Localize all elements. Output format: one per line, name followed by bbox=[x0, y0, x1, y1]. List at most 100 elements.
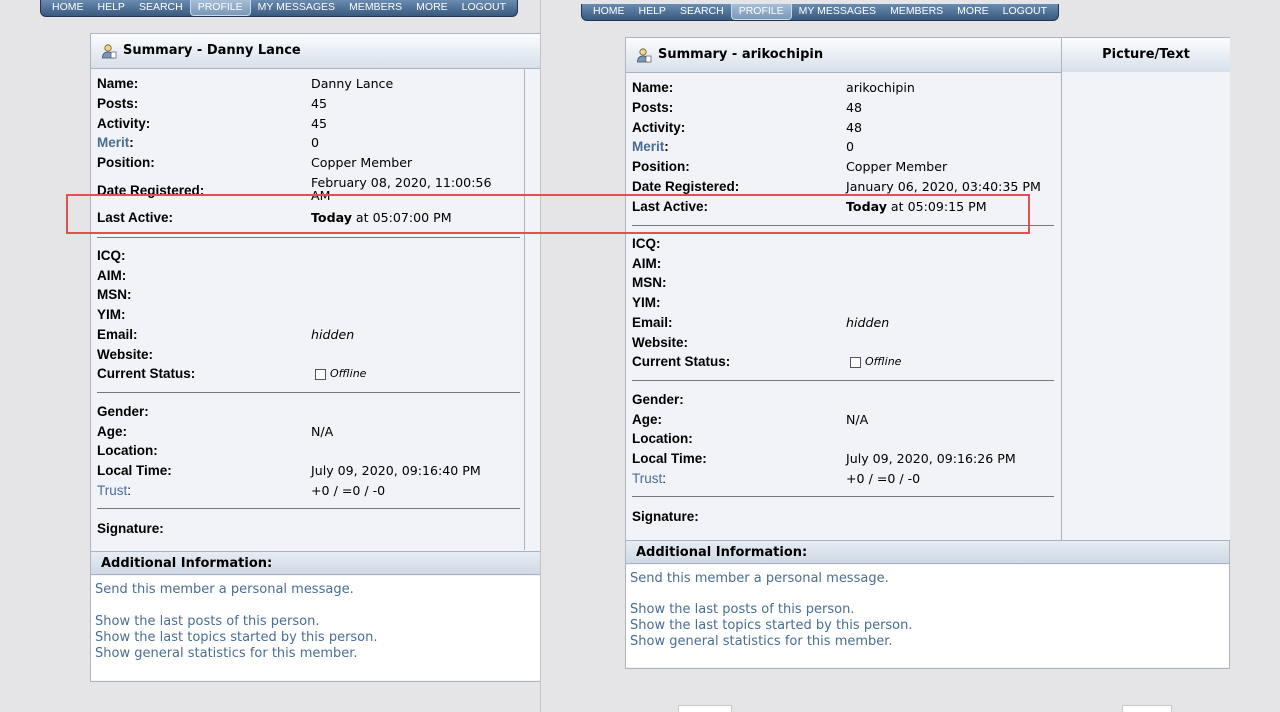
status-value: Offline bbox=[315, 365, 366, 383]
icq-label: ICQ: bbox=[97, 248, 126, 263]
last-active-label: Last Active: bbox=[97, 210, 174, 225]
last-active-time: at 05:07:00 PM bbox=[351, 210, 452, 225]
status-value: Offline bbox=[850, 353, 901, 371]
left-profile-window: HOME HELP SEARCH PROFILE MY MESSAGES MEM… bbox=[0, 0, 540, 712]
activity-value: 45 bbox=[311, 116, 328, 131]
trust-link[interactable]: Trust bbox=[97, 483, 127, 498]
user-summary-icon bbox=[637, 48, 652, 63]
column-divider bbox=[524, 68, 525, 550]
last-topics-link[interactable]: Show the last topics started by this per… bbox=[630, 618, 913, 634]
footer-badge bbox=[678, 705, 732, 712]
divider bbox=[632, 496, 1054, 497]
gender-label: Gender: bbox=[97, 404, 149, 419]
activity-value: 48 bbox=[846, 120, 863, 135]
name-label: Name: bbox=[97, 76, 139, 91]
date-registered-value-cont: AM bbox=[311, 188, 331, 203]
nav-members[interactable]: MEMBERS bbox=[342, 0, 409, 16]
nav-members[interactable]: MEMBERS bbox=[883, 4, 950, 20]
send-pm-link[interactable]: Send this member a personal message. bbox=[630, 571, 889, 587]
position-value: Copper Member bbox=[846, 159, 948, 174]
merit-link[interactable]: Merit bbox=[97, 135, 129, 150]
position-label: Position: bbox=[97, 155, 155, 170]
merit-label: Merit: bbox=[632, 138, 669, 156]
general-stats-link[interactable]: Show general statistics for this member. bbox=[630, 634, 893, 650]
email-value: hidden bbox=[846, 315, 890, 330]
last-active-time: at 05:09:15 PM bbox=[886, 199, 987, 214]
last-active-today: Today bbox=[311, 210, 352, 225]
email-label: Email: bbox=[97, 327, 138, 342]
nav-profile[interactable]: PROFILE bbox=[189, 0, 251, 16]
trust-colon: : bbox=[127, 483, 132, 498]
local-time-label: Local Time: bbox=[632, 451, 707, 466]
posts-value: 48 bbox=[846, 100, 863, 115]
nav-search[interactable]: SEARCH bbox=[673, 4, 731, 20]
summary-header: Summary - Danny Lance bbox=[91, 34, 540, 69]
gender-label: Gender: bbox=[632, 392, 684, 407]
merit-value: 0 bbox=[311, 135, 320, 150]
profile-summary-box: Summary - Danny Lance Name: Danny Lance P… bbox=[90, 33, 540, 682]
nav-search[interactable]: SEARCH bbox=[132, 0, 190, 16]
trust-value: +0 / =0 / -0 bbox=[846, 471, 921, 486]
offline-status-icon bbox=[850, 356, 861, 368]
last-posts-link[interactable]: Show the last posts of this person. bbox=[95, 614, 319, 630]
age-label: Age: bbox=[632, 412, 662, 427]
nav-home[interactable]: HOME bbox=[586, 4, 632, 20]
location-label: Location: bbox=[97, 443, 158, 458]
date-registered-value: February 08, 2020, 11:00:56 bbox=[311, 175, 492, 190]
nav-help[interactable]: HELP bbox=[632, 4, 673, 20]
date-registered-label: Date Registered: bbox=[97, 183, 205, 198]
last-posts-link[interactable]: Show the last posts of this person. bbox=[630, 602, 854, 618]
send-pm-link[interactable]: Send this member a personal message. bbox=[95, 582, 354, 598]
name-label: Name: bbox=[632, 80, 674, 95]
merit-colon: : bbox=[664, 139, 669, 154]
age-value: N/A bbox=[311, 424, 334, 439]
status-text: Offline bbox=[865, 355, 902, 368]
activity-label: Activity: bbox=[632, 120, 686, 135]
nav-logout[interactable]: LOGOUT bbox=[455, 0, 513, 16]
aim-label: AIM: bbox=[97, 268, 127, 283]
status-label: Current Status: bbox=[97, 366, 196, 381]
trust-colon: : bbox=[662, 471, 667, 486]
nav-home[interactable]: HOME bbox=[45, 0, 91, 16]
email-label: Email: bbox=[632, 315, 673, 330]
trust-value: +0 / =0 / -0 bbox=[311, 483, 386, 498]
general-stats-link[interactable]: Show general statistics for this member. bbox=[95, 646, 358, 662]
position-label: Position: bbox=[632, 159, 690, 174]
yim-label: YIM: bbox=[632, 295, 661, 310]
position-value: Copper Member bbox=[311, 155, 413, 170]
last-active-value: Today at 05:07:00 PM bbox=[311, 209, 452, 227]
nav-my-messages[interactable]: MY MESSAGES bbox=[792, 4, 883, 20]
trust-link[interactable]: Trust bbox=[632, 471, 662, 486]
name-value: Danny Lance bbox=[311, 76, 394, 91]
summary-title: Summary - arikochipin bbox=[658, 47, 824, 62]
trust-label: Trust: bbox=[97, 482, 131, 500]
trust-label: Trust: bbox=[632, 470, 666, 488]
signature-label: Signature: bbox=[632, 509, 699, 524]
top-nav-menu: HOME HELP SEARCH PROFILE MY MESSAGES MEM… bbox=[581, 4, 1059, 21]
email-value: hidden bbox=[311, 327, 355, 342]
nav-more[interactable]: MORE bbox=[409, 0, 455, 16]
additional-info-header: Additional Information: bbox=[91, 551, 540, 575]
divider bbox=[97, 392, 520, 393]
posts-label: Posts: bbox=[97, 96, 139, 111]
last-topics-link[interactable]: Show the last topics started by this per… bbox=[95, 630, 378, 646]
nav-logout[interactable]: LOGOUT bbox=[996, 4, 1054, 20]
merit-link[interactable]: Merit bbox=[632, 139, 664, 154]
icq-label: ICQ: bbox=[632, 236, 661, 251]
name-value: arikochipin bbox=[846, 80, 915, 95]
summary-title: Summary - Danny Lance bbox=[123, 43, 301, 58]
nav-help[interactable]: HELP bbox=[91, 0, 132, 16]
nav-profile[interactable]: PROFILE bbox=[730, 4, 792, 20]
divider bbox=[97, 237, 520, 238]
merit-label: Merit: bbox=[97, 134, 134, 152]
footer-badge bbox=[1122, 705, 1172, 712]
right-profile-window: HOME HELP SEARCH PROFILE MY MESSAGES MEM… bbox=[540, 0, 1280, 712]
user-summary-icon bbox=[102, 44, 117, 59]
nav-my-messages[interactable]: MY MESSAGES bbox=[251, 0, 342, 16]
nav-more[interactable]: MORE bbox=[950, 4, 996, 20]
divider bbox=[97, 508, 520, 509]
local-time-value: July 09, 2020, 09:16:40 PM bbox=[311, 463, 481, 478]
divider bbox=[632, 380, 1054, 381]
posts-label: Posts: bbox=[632, 100, 674, 115]
top-nav-menu: HOME HELP SEARCH PROFILE MY MESSAGES MEM… bbox=[40, 0, 518, 17]
